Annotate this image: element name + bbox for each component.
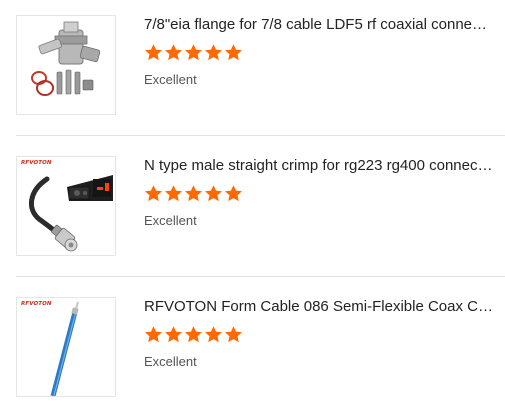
rating-stars bbox=[144, 325, 244, 345]
rating-label: Excellent bbox=[144, 213, 197, 228]
star-icon bbox=[165, 185, 182, 202]
product-thumbnail[interactable]: RFVOTON bbox=[16, 297, 116, 397]
product-thumbnail[interactable] bbox=[16, 15, 116, 115]
product-thumbnail[interactable]: RFVOTON bbox=[16, 156, 116, 256]
product-title[interactable]: 7/8"eia flange for 7/8 cable LDF5 rf coa… bbox=[144, 15, 494, 35]
star-icon bbox=[185, 185, 202, 202]
star-icon bbox=[145, 185, 162, 202]
star-icon bbox=[145, 326, 162, 343]
product-title[interactable]: N type male straight crimp for rg223 rg4… bbox=[144, 156, 494, 176]
review-item[interactable]: RFVOTON RFVOTON Form Cable 086 Semi-Flex… bbox=[16, 297, 505, 397]
star-icon bbox=[185, 326, 202, 343]
rating-label: Excellent bbox=[144, 72, 197, 87]
star-icon bbox=[185, 44, 202, 61]
rating-stars bbox=[144, 43, 244, 63]
star-icon bbox=[205, 185, 222, 202]
review-item[interactable]: 7/8"eia flange for 7/8 cable LDF5 rf coa… bbox=[16, 15, 505, 115]
crimp-connector-image bbox=[29, 175, 113, 252]
star-icon bbox=[165, 326, 182, 343]
flange-connector-kit-image bbox=[31, 21, 101, 96]
review-item[interactable]: RFVOTON N type male straight crimp for r… bbox=[16, 156, 505, 256]
rating-stars bbox=[144, 184, 244, 204]
blue-coax-cable-image bbox=[50, 301, 80, 396]
star-icon bbox=[205, 326, 222, 343]
rating-label: Excellent bbox=[144, 354, 197, 369]
star-icon bbox=[225, 44, 242, 61]
star-icon bbox=[225, 326, 242, 343]
product-title[interactable]: RFVOTON Form Cable 086 Semi-Flexible Coa… bbox=[144, 297, 494, 317]
star-icon bbox=[205, 44, 222, 61]
divider bbox=[16, 135, 505, 136]
star-icon bbox=[145, 44, 162, 61]
star-icon bbox=[225, 185, 242, 202]
star-icon bbox=[165, 44, 182, 61]
divider bbox=[16, 276, 505, 277]
